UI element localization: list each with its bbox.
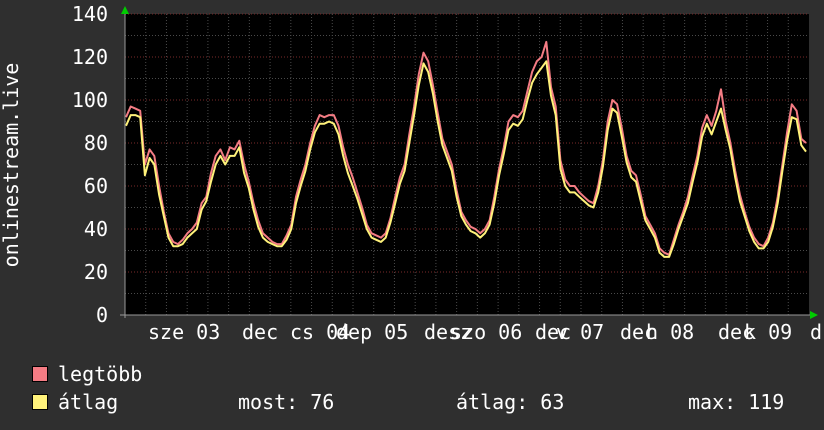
- x-tick-label: szo 06: [450, 320, 522, 344]
- y-tick-label: 140: [72, 2, 108, 26]
- legend-item-atlag: átlag: [32, 390, 118, 414]
- x-tick-label: h 08: [646, 320, 694, 344]
- x-tick-label: k 09: [744, 320, 792, 344]
- x-axis-arrow-icon: [810, 311, 818, 319]
- y-tick-label: 80: [84, 131, 108, 155]
- stat-atlag: átlag: 63: [456, 390, 565, 414]
- legend-label-atlag: átlag: [58, 390, 119, 414]
- y-tick-label: 20: [84, 260, 108, 284]
- x-tick-label: dep 05: [336, 320, 408, 344]
- legend-swatch-legtobb: [32, 366, 48, 382]
- y-tick-label: 0: [96, 303, 108, 327]
- y-axis: 0 20 40 60 80 100 120 140: [72, 2, 108, 327]
- legend-item-legtobb: legtöbb: [32, 362, 142, 386]
- y-tick-label: 100: [72, 88, 108, 112]
- x-tick-label: dec: [242, 320, 278, 344]
- stat-max: max: 119: [688, 390, 785, 414]
- stat-most: most: 76: [238, 390, 335, 414]
- y-tick-label: 120: [72, 45, 108, 69]
- y-axis-arrow-icon: [121, 6, 129, 14]
- x-tick-label: sze 03: [148, 320, 220, 344]
- y-tick-label: 60: [84, 174, 108, 198]
- y-tick-label: 40: [84, 217, 108, 241]
- y-axis-label: onlinestream.live: [0, 63, 23, 268]
- x-tick-label: d: [810, 320, 822, 344]
- x-axis: sze 03 dec cs 04dep 05 deszszo 06 decv 07 dec…: [148, 320, 822, 344]
- x-tick-label: v 07: [556, 320, 604, 344]
- legend-label-legtobb: legtöbb: [58, 362, 143, 386]
- legend-swatch-atlag: [32, 394, 48, 410]
